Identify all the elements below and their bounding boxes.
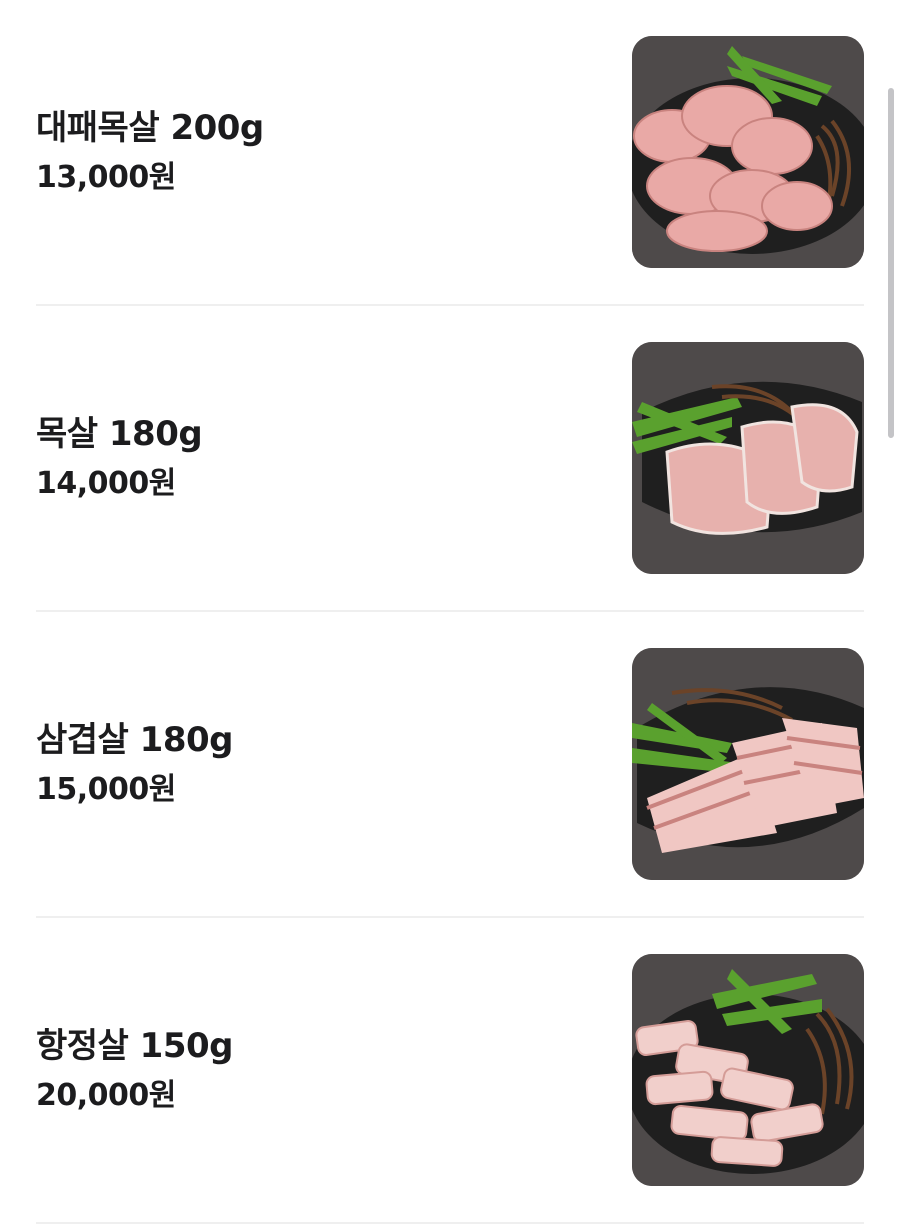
- menu-item-text: 항정살 150g 20,000원: [36, 918, 234, 1222]
- menu-item-sliced-pork-neck[interactable]: 대패목살 200g 13,000원: [36, 0, 864, 306]
- menu-item-price: 20,000원: [36, 1078, 176, 1113]
- menu-item-text: 목살 180g 14,000원: [36, 306, 203, 610]
- menu-item-photo[interactable]: [632, 36, 864, 268]
- menu-item-photo[interactable]: [632, 342, 864, 574]
- sliced-pork-neck-photo: [632, 36, 864, 268]
- menu-item-name: 삼겹살 180g: [36, 720, 234, 760]
- menu-item-pork-neck[interactable]: 목살 180g 14,000원: [36, 306, 864, 612]
- menu-item-price: 14,000원: [36, 466, 176, 501]
- menu-item-name: 대패목살 200g: [36, 108, 264, 148]
- menu-item-text: 삼겹살 180g 15,000원: [36, 612, 234, 916]
- menu-item-photo[interactable]: [632, 954, 864, 1186]
- scrollbar[interactable]: [888, 88, 894, 438]
- menu-item-pork-jowl[interactable]: 항정살 150g 20,000원: [36, 918, 864, 1224]
- menu-item-photo[interactable]: [632, 648, 864, 880]
- pork-jowl-photo: [632, 954, 864, 1186]
- menu-item-price: 15,000원: [36, 772, 176, 807]
- menu-item-name: 목살 180g: [36, 414, 203, 454]
- menu-item-text: 대패목살 200g 13,000원: [36, 0, 264, 304]
- pork-belly-photo: [632, 648, 864, 880]
- menu-item-name: 항정살 150g: [36, 1026, 234, 1066]
- pork-neck-photo: [632, 342, 864, 574]
- menu-list: 대패목살 200g 13,000원 목살 180g 14,000원 삼겹살 18…: [36, 0, 864, 1224]
- menu-item-pork-belly[interactable]: 삼겹살 180g 15,000원: [36, 612, 864, 918]
- menu-item-price: 13,000원: [36, 160, 176, 195]
